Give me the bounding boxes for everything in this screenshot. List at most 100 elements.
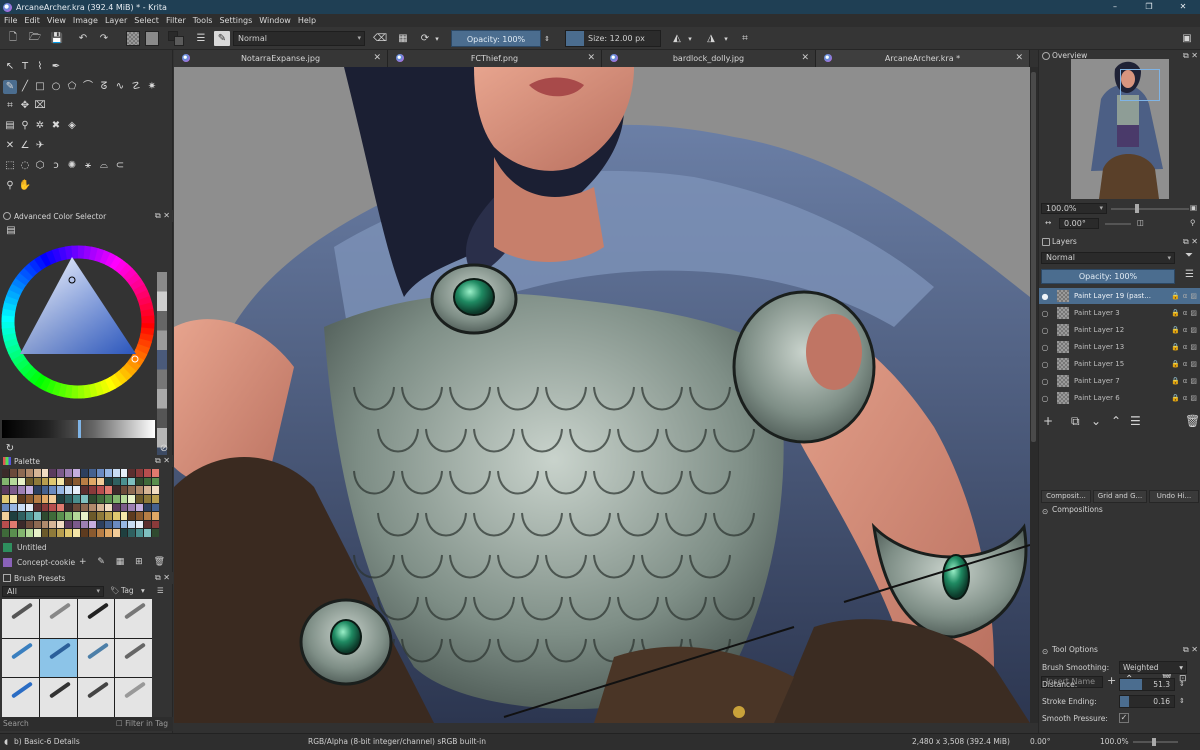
palette-swatch[interactable] bbox=[17, 520, 25, 529]
palette-swatch[interactable] bbox=[57, 469, 65, 477]
hsv-color-wheel[interactable] bbox=[0, 242, 158, 402]
tag-icon[interactable]: 🏷 bbox=[110, 586, 120, 595]
palette-swatch[interactable] bbox=[17, 494, 25, 503]
multibrush-tool-icon[interactable]: ✷ bbox=[145, 80, 159, 94]
chevron-down-icon[interactable]: ▾ bbox=[433, 31, 441, 46]
move-layer-down-icon[interactable]: ⌄ bbox=[1091, 414, 1101, 428]
alpha-lock-icon[interactable]: α bbox=[1183, 343, 1188, 351]
palette-swatch[interactable] bbox=[112, 486, 120, 494]
close-tab-icon[interactable]: ✕ bbox=[587, 50, 595, 67]
pattern-swatch[interactable] bbox=[145, 31, 159, 46]
palette-swatch[interactable] bbox=[112, 503, 120, 512]
palette-swatch[interactable] bbox=[120, 494, 128, 503]
palette-swatch[interactable] bbox=[152, 529, 159, 537]
float-close-icon[interactable]: ⧉ ✕ bbox=[155, 210, 170, 222]
freehand-brush-tool-icon[interactable]: ✎ bbox=[3, 80, 17, 94]
visibility-eye-icon[interactable]: ○ bbox=[1039, 326, 1051, 335]
size-slider[interactable]: Size: 12.00 px bbox=[565, 30, 661, 47]
brush-filter-select[interactable]: All ▾ bbox=[2, 586, 104, 597]
palette-swatch[interactable] bbox=[49, 529, 57, 537]
palette-swatch[interactable] bbox=[104, 477, 112, 486]
palette-swatch[interactable] bbox=[2, 469, 9, 477]
layer-row[interactable]: ○ Paint Layer 13 🔒 α ▨ bbox=[1039, 339, 1200, 355]
inherit-alpha-icon[interactable]: ▨ bbox=[1190, 343, 1197, 351]
palette-swatch[interactable] bbox=[9, 494, 17, 503]
mirror-view-icon[interactable]: ◫ bbox=[1137, 218, 1144, 227]
palette-swatch[interactable] bbox=[104, 486, 112, 494]
magnetic-select-tool-icon[interactable]: ⊂ bbox=[113, 159, 127, 173]
palette-swatch[interactable] bbox=[112, 469, 120, 477]
menu-file[interactable]: File bbox=[4, 16, 17, 25]
palette-swatch[interactable] bbox=[9, 512, 17, 520]
palette-swatch[interactable] bbox=[33, 486, 41, 494]
brush-settings-icon[interactable]: ☰ bbox=[194, 31, 208, 46]
palette-swatch[interactable] bbox=[9, 529, 17, 537]
brush-preset-item[interactable] bbox=[115, 638, 152, 678]
edit-shapes-tool-icon[interactable]: ⌇ bbox=[33, 60, 47, 74]
new-document-icon[interactable]: 🗋 bbox=[6, 31, 20, 46]
palette-swatch[interactable] bbox=[96, 469, 104, 477]
overview-zoom-select[interactable]: 100.0% ▾ bbox=[1041, 203, 1107, 214]
palette-swatch[interactable] bbox=[49, 469, 57, 477]
freehand-select-tool-icon[interactable]: ↄ bbox=[49, 159, 63, 173]
palette-swatch[interactable] bbox=[136, 494, 144, 503]
palette-swatch[interactable] bbox=[104, 469, 112, 477]
palette-swatch[interactable] bbox=[152, 477, 159, 486]
brush-preset-item[interactable] bbox=[77, 638, 115, 678]
brush-preset-item[interactable] bbox=[77, 599, 115, 638]
palette-swatch[interactable] bbox=[41, 486, 49, 494]
palette-swatch[interactable] bbox=[96, 512, 104, 520]
gradient-swatch[interactable] bbox=[126, 31, 140, 46]
palette-swatch[interactable] bbox=[152, 520, 159, 529]
assistant-tool-icon[interactable]: ✕ bbox=[3, 139, 17, 153]
palette-swatch[interactable] bbox=[81, 512, 88, 520]
palette-swatch[interactable] bbox=[9, 477, 17, 486]
palette-swatch[interactable] bbox=[136, 520, 144, 529]
visibility-eye-icon[interactable]: ○ bbox=[1039, 377, 1051, 386]
palette-swatch[interactable] bbox=[96, 520, 104, 529]
palette-swatch[interactable] bbox=[128, 512, 136, 520]
pin-icon[interactable]: ⚲ bbox=[1190, 218, 1196, 227]
menu-filter[interactable]: Filter bbox=[166, 16, 186, 25]
calligraphy-tool-icon[interactable]: ✒ bbox=[49, 60, 63, 74]
layer-row[interactable]: ● Paint Layer 19 (past... 🔒 α ▨ bbox=[1039, 288, 1200, 304]
palette-swatch[interactable] bbox=[25, 512, 33, 520]
chevron-down-icon[interactable]: ▾ bbox=[722, 31, 730, 46]
palette-swatch[interactable] bbox=[25, 503, 33, 512]
color-history-strip[interactable] bbox=[157, 272, 167, 467]
brush-preset-item[interactable] bbox=[77, 678, 115, 717]
palette-swatch[interactable] bbox=[81, 469, 88, 477]
reload-preset-icon[interactable]: ⟳ bbox=[418, 31, 432, 46]
stroke-ending-slider[interactable]: 0.16 bbox=[1119, 695, 1175, 708]
brush-preset-item-selected[interactable] bbox=[39, 638, 77, 678]
alpha-lock-icon[interactable]: α bbox=[1183, 326, 1188, 334]
line-tool-icon[interactable]: ╱ bbox=[18, 80, 32, 94]
menu-view[interactable]: View bbox=[47, 16, 66, 25]
add-layer-icon[interactable]: + bbox=[1043, 414, 1053, 428]
float-close-icon[interactable]: ⧉ ✕ bbox=[155, 572, 170, 584]
layer-blend-select[interactable]: Normal ▾ bbox=[1041, 252, 1175, 264]
palette-swatch[interactable] bbox=[73, 486, 80, 494]
palette-swatch[interactable] bbox=[2, 512, 9, 520]
palette-swatch[interactable] bbox=[136, 503, 144, 512]
palette-swatch[interactable] bbox=[65, 529, 73, 537]
palette-swatch[interactable] bbox=[136, 529, 144, 537]
opacity-spin-icon[interactable]: ⇕ bbox=[543, 31, 551, 46]
menu-tools[interactable]: Tools bbox=[193, 16, 213, 25]
colorize-mask-tool-icon[interactable]: ✲ bbox=[33, 119, 47, 133]
palette-swatch[interactable] bbox=[2, 494, 9, 503]
palette-swatch[interactable] bbox=[2, 486, 9, 494]
lock-icon[interactable]: 🔒 bbox=[1171, 394, 1180, 402]
palette-swatch[interactable] bbox=[41, 477, 49, 486]
palette-swatch[interactable] bbox=[88, 477, 96, 486]
palette-swatch[interactable] bbox=[25, 529, 33, 537]
minimize-button[interactable]: – bbox=[1098, 0, 1132, 14]
brush-preset-item[interactable] bbox=[2, 678, 39, 717]
color-settings-icon[interactable]: ▤ bbox=[4, 224, 18, 238]
palette-swatch[interactable] bbox=[112, 529, 120, 537]
palette-swatch[interactable] bbox=[120, 529, 128, 537]
value-marker[interactable] bbox=[78, 420, 81, 438]
palette-swatch[interactable] bbox=[41, 529, 49, 537]
visibility-eye-icon[interactable]: ○ bbox=[1039, 394, 1051, 403]
smart-patch-tool-icon[interactable]: ✖ bbox=[49, 119, 63, 133]
